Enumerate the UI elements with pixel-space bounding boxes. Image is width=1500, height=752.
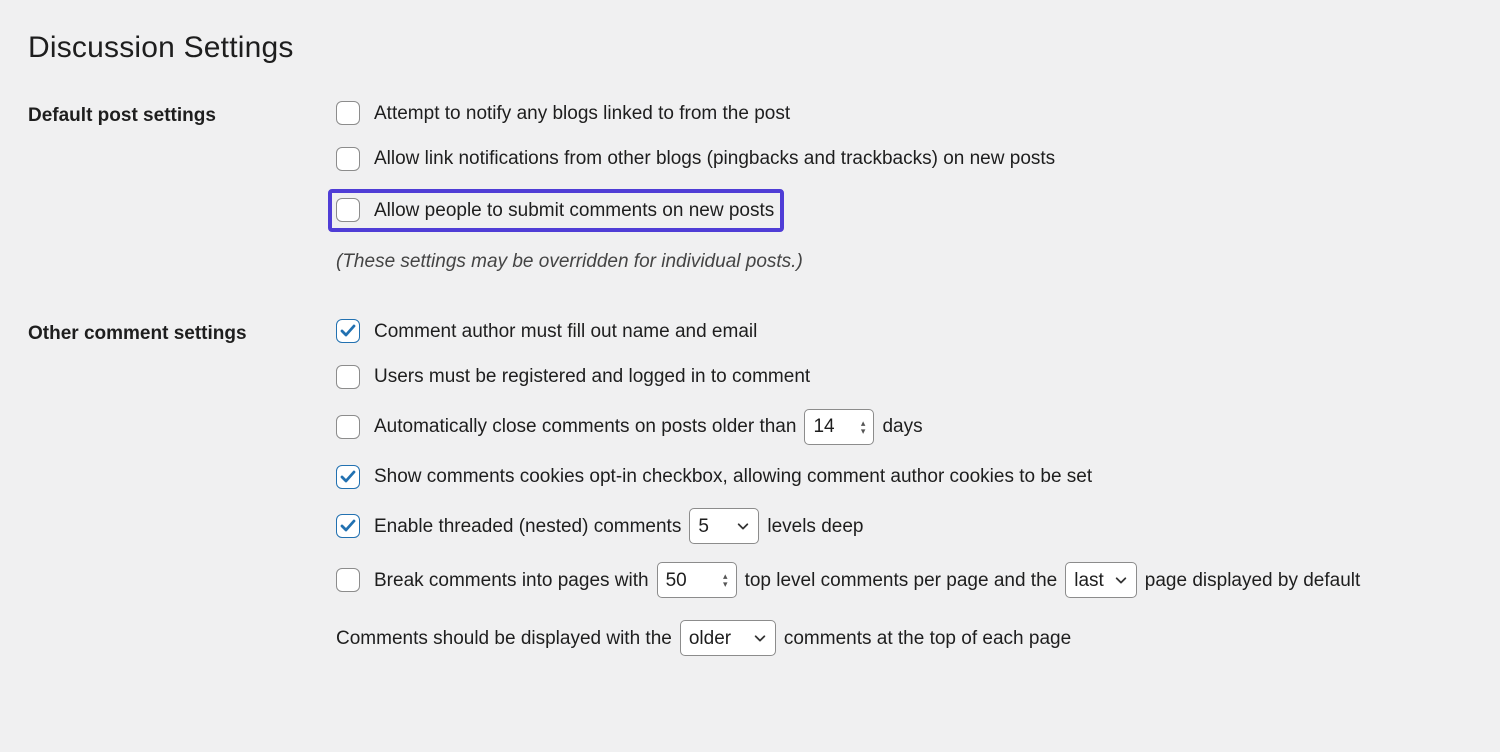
option-cookies: Show comments cookies opt-in checkbox, a… bbox=[336, 461, 1472, 493]
option-threaded: Enable threaded (nested) comments 5 leve… bbox=[336, 506, 1472, 546]
label-threaded-pre: Enable threaded (nested) comments bbox=[374, 513, 681, 541]
option-paginate: Break comments into pages with 50 ▴▾ top… bbox=[336, 560, 1472, 600]
checkbox-paginate[interactable] bbox=[336, 568, 360, 592]
checkbox-cookies[interactable] bbox=[336, 465, 360, 489]
option-allow-comments: Allow people to submit comments on new p… bbox=[328, 189, 784, 233]
section-label-default-post: Default post settings bbox=[28, 98, 336, 130]
label-author-fill: Comment author must fill out name and em… bbox=[374, 318, 757, 346]
option-order: Comments should be displayed with the ol… bbox=[336, 618, 1472, 658]
checkbox-threaded[interactable] bbox=[336, 514, 360, 538]
label-registered: Users must be registered and logged in t… bbox=[374, 363, 810, 391]
label-paginate-pre: Break comments into pages with bbox=[374, 567, 649, 595]
label-cookies: Show comments cookies opt-in checkbox, a… bbox=[374, 463, 1092, 491]
stepper-icon: ▴▾ bbox=[723, 572, 728, 588]
label-auto-close-post: days bbox=[882, 413, 922, 441]
checkbox-registered[interactable] bbox=[336, 365, 360, 389]
label-paginate-mid: top level comments per page and the bbox=[745, 567, 1058, 595]
chevron-down-icon bbox=[1114, 573, 1128, 587]
label-threaded-post: levels deep bbox=[767, 513, 863, 541]
page-title: Discussion Settings bbox=[28, 26, 1472, 70]
label-notify-blogs: Attempt to notify any blogs linked to fr… bbox=[374, 100, 790, 128]
check-icon bbox=[340, 469, 356, 485]
select-paginate-which[interactable]: last bbox=[1065, 562, 1137, 598]
label-order-pre: Comments should be displayed with the bbox=[336, 625, 672, 653]
section-label-other-comment: Other comment settings bbox=[28, 316, 336, 348]
checkbox-notify-blogs[interactable] bbox=[336, 101, 360, 125]
settings-form: Default post settings Attempt to notify … bbox=[28, 98, 1472, 673]
checkbox-author-fill[interactable] bbox=[336, 319, 360, 343]
chevron-down-icon bbox=[753, 631, 767, 645]
label-pingbacks: Allow link notifications from other blog… bbox=[374, 145, 1055, 173]
section-other-comment: Other comment settings Comment author mu… bbox=[28, 316, 1472, 673]
label-allow-comments: Allow people to submit comments on new p… bbox=[374, 197, 774, 225]
option-registered: Users must be registered and logged in t… bbox=[336, 361, 1472, 393]
label-paginate-post: page displayed by default bbox=[1145, 567, 1361, 595]
option-notify-blogs: Attempt to notify any blogs linked to fr… bbox=[336, 98, 1472, 130]
option-pingbacks: Allow link notifications from other blog… bbox=[336, 143, 1472, 175]
chevron-down-icon bbox=[736, 519, 750, 533]
checkbox-allow-comments[interactable] bbox=[336, 198, 360, 222]
checkbox-pingbacks[interactable] bbox=[336, 147, 360, 171]
check-icon bbox=[340, 518, 356, 534]
section-default-post: Default post settings Attempt to notify … bbox=[28, 98, 1472, 276]
stepper-icon: ▴▾ bbox=[861, 419, 866, 435]
option-auto-close: Automatically close comments on posts ol… bbox=[336, 407, 1472, 447]
option-author-fill: Comment author must fill out name and em… bbox=[336, 316, 1472, 348]
label-order-post: comments at the top of each page bbox=[784, 625, 1071, 653]
checkbox-auto-close[interactable] bbox=[336, 415, 360, 439]
select-order-which[interactable]: older bbox=[680, 620, 776, 656]
note-override: (These settings may be overridden for in… bbox=[336, 248, 1472, 276]
select-threaded-levels[interactable]: 5 bbox=[689, 508, 759, 544]
label-auto-close-pre: Automatically close comments on posts ol… bbox=[374, 413, 796, 441]
input-auto-close-days[interactable]: 14 ▴▾ bbox=[804, 409, 874, 445]
check-icon bbox=[340, 323, 356, 339]
input-paginate-count[interactable]: 50 ▴▾ bbox=[657, 562, 737, 598]
